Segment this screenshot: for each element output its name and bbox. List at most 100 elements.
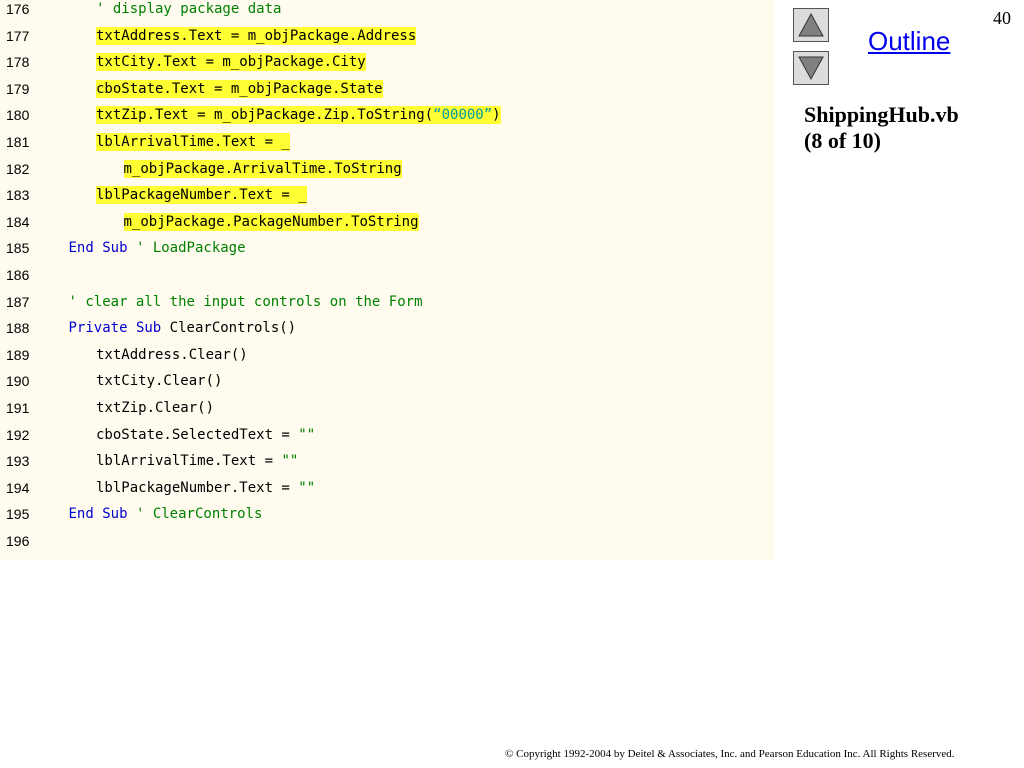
code-text: Private Sub ClearControls() (69, 319, 297, 337)
code-token: m_objPackage.ArrivalTime.ToString (123, 160, 402, 177)
previous-slide-button[interactable] (793, 8, 829, 42)
code-line: 186 (0, 266, 775, 292)
code-line: 184 m_objPackage.PackageNumber.ToString (0, 212, 775, 239)
code-text: End Sub ' ClearControls (69, 505, 263, 523)
code-string: "" (298, 479, 316, 496)
code-line: 189 txtAddress.Clear() (0, 346, 775, 372)
highlighted-code-text: cboState.Text = m_objPackage.State (96, 79, 383, 98)
code-line: 179 cboState.Text = m_objPackage.State (0, 79, 775, 106)
highlighted-code-text: txtZip.Text = m_objPackage.Zip.ToString(… (96, 106, 501, 125)
code-text: lblPackageNumber.Text = "" (96, 479, 315, 497)
line-number: 186 (6, 267, 30, 283)
code-line: 183 lblPackageNumber.Text = _ (0, 186, 775, 212)
code-line: 195 End Sub ' ClearControls (0, 505, 775, 531)
code-text: txtCity.Clear() (96, 372, 222, 390)
code-token: m_objPackage.PackageNumber.ToString (123, 213, 419, 230)
code-string: "" (281, 453, 299, 470)
line-number: 179 (6, 80, 30, 97)
line-number: 194 (6, 479, 30, 496)
code-token: lblArrivalTime.Text = (96, 453, 282, 470)
code-token: txtZip.Clear() (96, 400, 215, 416)
code-text: ' display package data (96, 0, 281, 18)
line-number: 178 (6, 54, 30, 71)
highlighted-code-text: m_objPackage.ArrivalTime.ToString (123, 159, 402, 178)
code-token: txtAddress.Text = m_objPackage.Address (96, 27, 417, 44)
code-keyword: Sub (102, 506, 128, 523)
code-token: cboState.SelectedText = (96, 426, 299, 443)
line-number: 188 (6, 320, 30, 337)
code-token: ClearControls() (161, 320, 297, 337)
highlighted-code-text: txtAddress.Text = m_objPackage.Address (96, 26, 417, 45)
line-number: 196 (6, 533, 30, 549)
code-line: 193 lblArrivalTime.Text = "" (0, 452, 775, 478)
line-number: 182 (6, 160, 30, 177)
next-slide-button[interactable] (793, 51, 829, 85)
code-line: 190 txtCity.Clear() (0, 372, 775, 398)
code-line: 192 cboState.SelectedText = "" (0, 426, 775, 452)
code-text: cboState.SelectedText = "" (96, 426, 315, 444)
line-number: 189 (6, 346, 30, 363)
code-comment: ' display package data (96, 1, 282, 17)
code-line: 180 txtZip.Text = m_objPackage.Zip.ToStri… (0, 106, 775, 132)
line-number: 193 (6, 453, 30, 470)
code-token: txtZip.Text = m_objPackage.Zip.ToString( (96, 107, 434, 124)
code-token: lblPackageNumber.Text = _ (96, 187, 307, 204)
code-line: 194 lblPackageNumber.Text = "" (0, 479, 775, 505)
line-number: 195 (6, 506, 30, 523)
line-number: 190 (6, 373, 30, 390)
highlighted-code-text: txtCity.Text = m_objPackage.City (96, 53, 366, 72)
code-line: 188 Private Sub ClearControls() (0, 319, 775, 345)
code-token: lblPackageNumber.Text = (96, 479, 299, 496)
code-comment: ' clear all the input controls on the Fo… (68, 293, 423, 310)
line-number: 181 (6, 134, 30, 150)
code-keyword: End (68, 506, 94, 523)
code-line: 178 txtCity.Text = m_objPackage.City (0, 53, 775, 79)
line-number: 183 (6, 187, 30, 204)
code-text: ' clear all the input controls on the Fo… (69, 293, 423, 311)
code-text: End Sub ' LoadPackage (69, 239, 246, 257)
highlighted-code-text: lblArrivalTime.Text = _ (96, 133, 290, 151)
code-keyword: Sub (135, 320, 162, 337)
code-text: txtZip.Clear() (96, 399, 214, 417)
line-number: 192 (6, 426, 30, 443)
page-number: 40 (993, 8, 1011, 28)
code-line: 181 lblArrivalTime.Text = _ (0, 133, 775, 159)
line-number: 187 (6, 293, 30, 310)
code-line: 176 ' display package data (0, 0, 775, 26)
outline-link[interactable]: Outline (868, 26, 950, 57)
code-token: ) (492, 107, 501, 124)
triangle-up-icon (798, 12, 824, 37)
code-text: lblArrivalTime.Text = "" (96, 452, 298, 470)
code-string: “00000” (433, 107, 493, 124)
code-line: 185 End Sub ' LoadPackage (0, 239, 775, 265)
code-comment: ' ClearControls (135, 506, 263, 523)
code-token: lblArrivalTime.Text = _ (96, 134, 290, 150)
code-token: txtAddress.Clear() (96, 346, 248, 363)
line-number: 176 (6, 1, 30, 17)
copyright-footer: © Copyright 1992-2004 by Deitel & Associ… (505, 748, 955, 760)
line-number: 180 (6, 107, 30, 124)
code-keyword: End (68, 240, 94, 257)
code-token: cboState.Text = m_objPackage.State (96, 80, 383, 97)
code-text: txtAddress.Clear() (96, 346, 248, 364)
triangle-down-icon (798, 56, 824, 81)
code-line: 196 (0, 532, 775, 558)
code-token: txtCity.Text = m_objPackage.City (96, 54, 366, 71)
code-line: 177 txtAddress.Text = m_objPackage.Addres… (0, 26, 775, 53)
code-panel: 176 ' display package data 177 txtAddress.T… (0, 0, 775, 560)
code-keyword: Sub (102, 240, 128, 257)
line-number: 191 (6, 400, 30, 416)
code-token: txtCity.Clear() (96, 373, 223, 390)
code-comment: ' LoadPackage (135, 240, 246, 257)
file-part-label: (8 of 10) (804, 128, 881, 153)
line-number: 184 (6, 213, 30, 230)
code-string: "" (298, 426, 316, 443)
highlighted-code-text: m_objPackage.PackageNumber.ToString (123, 212, 419, 231)
code-line: 182 m_objPackage.ArrivalTime.ToString (0, 159, 775, 186)
code-keyword: Private (68, 320, 128, 337)
